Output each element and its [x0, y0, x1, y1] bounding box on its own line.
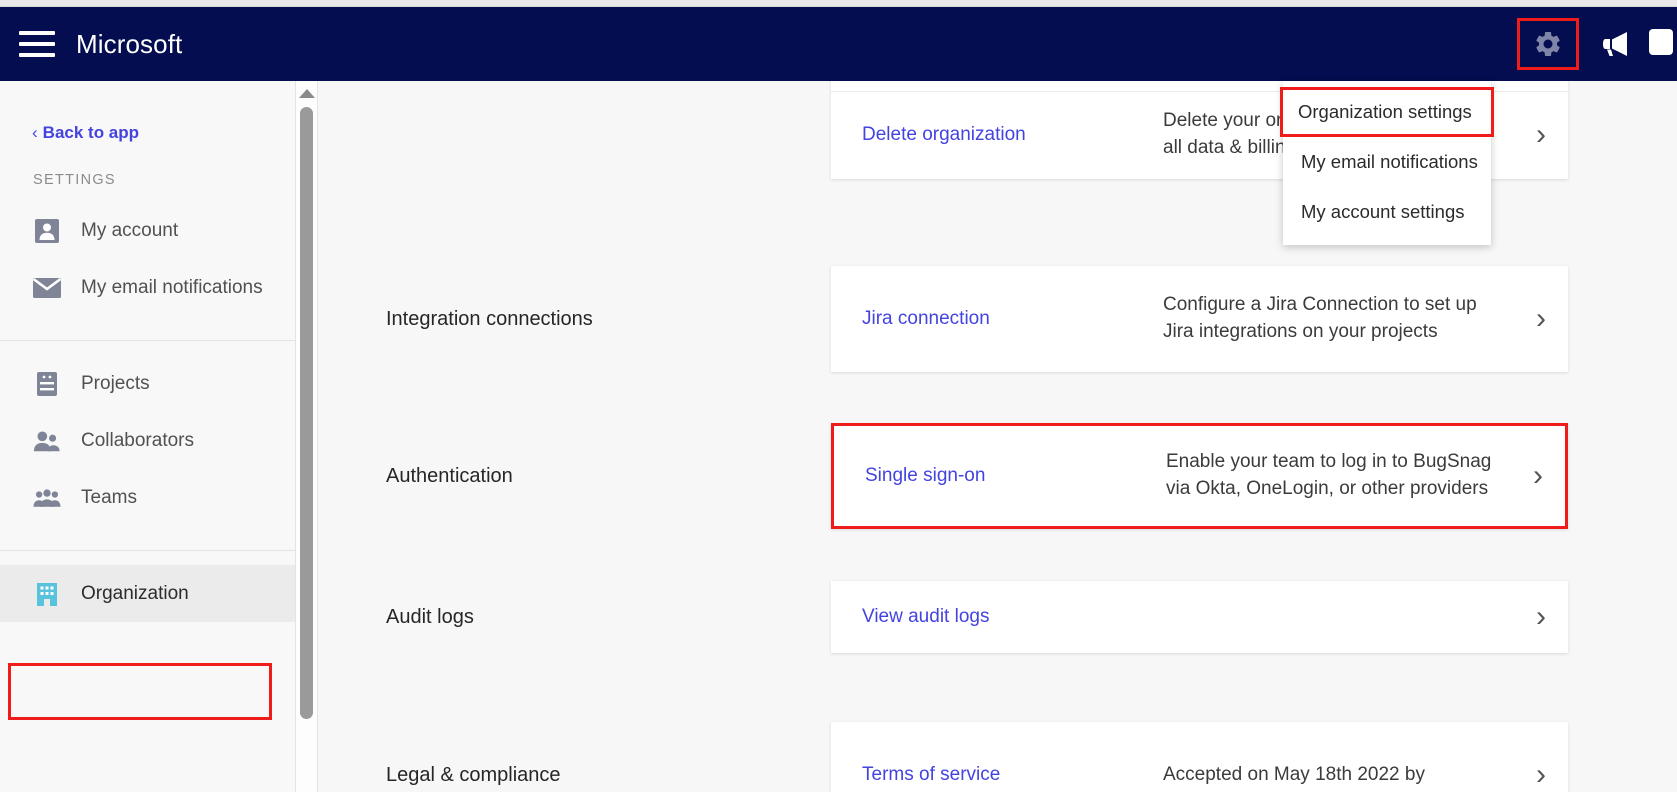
sidebar-section-label: SETTINGS	[33, 172, 116, 188]
single-sign-on-link[interactable]: Single sign-on	[834, 465, 1166, 487]
sidebar-item-my-email-notifications[interactable]: My email notifications	[0, 259, 295, 316]
jira-connection-card[interactable]: Jira connection Configure a Jira Connect…	[831, 266, 1568, 372]
back-to-app-label: Back to app	[42, 123, 140, 142]
organization-highlight-box	[8, 663, 272, 720]
sidebar-item-label: My account	[81, 219, 179, 241]
navbar-actions	[1517, 7, 1677, 81]
card-description: Enable your team to log in to BugSnag vi…	[1166, 451, 1492, 499]
teams-icon	[33, 484, 61, 512]
back-to-app-link[interactable]: ‹ Back to app	[0, 81, 295, 143]
gear-icon-button[interactable]	[1517, 18, 1579, 70]
single-sign-on-card[interactable]: Single sign-on Enable your team to log i…	[831, 423, 1568, 529]
sidebar-item-label: Collaborators	[81, 429, 194, 451]
settings-sidebar: ‹ Back to app SETTINGS My account My ema…	[0, 81, 296, 792]
sidebar-group-account: My account My email notifications	[0, 188, 295, 316]
sidebar-item-projects[interactable]: Projects	[0, 355, 295, 412]
sidebar-item-label: Teams	[81, 486, 137, 508]
brand-title: Microsoft	[76, 28, 183, 59]
terms-of-service-link[interactable]: Terms of service	[831, 764, 1163, 786]
building-icon	[33, 580, 61, 608]
setting-row: Legal & compliance Terms of service Acce…	[319, 722, 1677, 792]
sidebar-group-organization: Organization	[0, 550, 295, 622]
dropdown-item-organization-settings[interactable]: Organization settings	[1280, 87, 1494, 137]
chevron-right-icon[interactable]: ›	[1536, 120, 1546, 150]
clipped-icon-button[interactable]	[1647, 18, 1677, 70]
dropdown-item-my-account-settings[interactable]: My account settings	[1283, 187, 1491, 237]
gear-icon	[1533, 29, 1563, 59]
row-label: Legal & compliance	[386, 763, 561, 786]
card-description: Accepted on May 18th 2022 by	[1163, 763, 1425, 785]
megaphone-icon	[1600, 30, 1632, 58]
scroll-thumb[interactable]	[300, 107, 313, 719]
dropdown-item-label: My email notifications	[1301, 151, 1478, 172]
chevron-right-icon[interactable]: ›	[1536, 304, 1546, 334]
jira-connection-link[interactable]: Jira connection	[831, 308, 1163, 330]
clipped-icon	[1647, 27, 1675, 62]
app-root: Microsoft ‹ Back to app SETTINGS My acco…	[0, 0, 1677, 792]
terms-of-service-card[interactable]: Terms of service Accepted on May 18th 20…	[831, 722, 1568, 792]
row-label: Audit logs	[386, 605, 474, 628]
person-icon	[33, 217, 61, 245]
megaphone-icon-button[interactable]	[1585, 18, 1647, 70]
audit-logs-card[interactable]: View audit logs ›	[831, 581, 1568, 653]
sidebar-group-workspace: Projects Collaborators Teams	[0, 340, 295, 526]
chevron-right-icon[interactable]: ›	[1536, 602, 1546, 632]
card-description: Configure a Jira Connection to set up Ji…	[1163, 294, 1477, 342]
sidebar-item-collaborators[interactable]: Collaborators	[0, 412, 295, 469]
row-label	[319, 81, 831, 179]
view-audit-logs-link[interactable]: View audit logs	[831, 606, 1163, 628]
setting-row: Authentication Single sign-on Enable you…	[319, 423, 1677, 529]
scroll-up-arrow-icon[interactable]	[299, 89, 315, 98]
projects-icon	[33, 370, 61, 398]
dropdown-item-label: My account settings	[1301, 201, 1465, 222]
sidebar-item-organization[interactable]: Organization	[0, 565, 295, 622]
chevron-left-icon: ‹	[32, 123, 38, 142]
sidebar-item-teams[interactable]: Teams	[0, 469, 295, 526]
chevron-right-icon[interactable]: ›	[1533, 461, 1543, 491]
setting-row: Integration connections Jira connection …	[319, 266, 1677, 372]
collaborators-icon	[33, 427, 61, 455]
sidebar-item-label: My email notifications	[81, 276, 263, 298]
browser-edge-strip	[0, 0, 1677, 7]
delete-organization-link[interactable]: Delete organization	[831, 124, 1163, 146]
sidebar-item-my-account[interactable]: My account	[0, 202, 295, 259]
row-label: Integration connections	[386, 307, 593, 330]
top-navbar: Microsoft	[0, 7, 1677, 81]
hamburger-icon[interactable]	[19, 31, 55, 57]
setting-row: Audit logs View audit logs ›	[319, 581, 1677, 653]
sidebar-scrollbar[interactable]	[296, 81, 318, 792]
sidebar-item-label: Organization	[81, 582, 189, 604]
row-label: Authentication	[386, 464, 513, 487]
envelope-icon	[33, 274, 61, 302]
dropdown-item-my-email-notifications[interactable]: My email notifications	[1283, 137, 1491, 187]
sidebar-item-label: Projects	[81, 372, 150, 394]
dropdown-item-label: Organization settings	[1298, 101, 1472, 122]
settings-dropdown-menu: Organization settings My email notificat…	[1280, 81, 1494, 245]
chevron-right-icon[interactable]: ›	[1536, 760, 1546, 790]
